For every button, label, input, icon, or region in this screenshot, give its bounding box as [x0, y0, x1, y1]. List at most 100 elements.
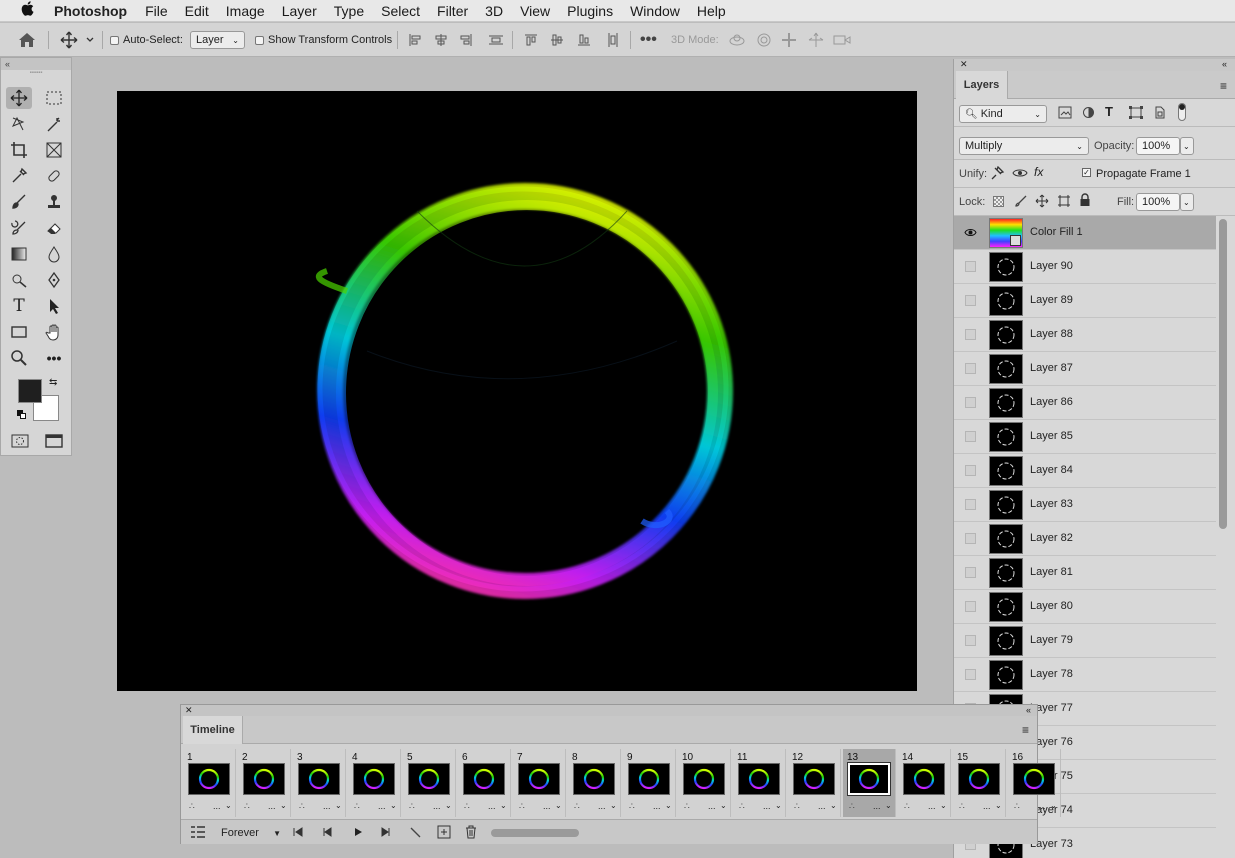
convert-timeline-icon[interactable]	[190, 825, 206, 842]
chevron-down-icon[interactable]: ⌄	[500, 801, 507, 810]
menu-layer[interactable]: Layer	[282, 3, 317, 19]
timeline-frame[interactable]: 9 ∴... ⌄	[623, 749, 676, 817]
frame-delay[interactable]: ...	[378, 801, 386, 811]
menu-3d[interactable]: 3D	[485, 3, 503, 19]
3d-orbit-icon[interactable]	[728, 23, 746, 57]
next-frame-icon[interactable]	[380, 826, 392, 841]
opacity-input[interactable]: 100%	[1136, 137, 1180, 155]
swap-colors-icon[interactable]: ⇆	[49, 377, 57, 388]
lock-position-icon[interactable]	[1035, 194, 1049, 211]
layer-row[interactable]: Layer 89	[954, 284, 1216, 318]
layer-row[interactable]: Color Fill 1	[954, 216, 1216, 250]
chevron-down-icon[interactable]: ⌄	[390, 801, 397, 810]
adjustment-filter-icon[interactable]	[1082, 106, 1095, 122]
frame-disposal-icon[interactable]: ∴	[299, 801, 305, 812]
menu-file[interactable]: File	[145, 3, 168, 19]
menu-window[interactable]: Window	[630, 3, 680, 19]
timeline-frame[interactable]: 2 ∴... ⌄	[238, 749, 291, 817]
distribute-icon[interactable]	[488, 23, 504, 57]
frame-disposal-icon[interactable]: ∴	[574, 801, 580, 812]
auto-select-dropdown[interactable]: Layer ⌄	[190, 31, 245, 49]
frame-disposal-icon[interactable]: ∴	[959, 801, 965, 812]
timeline-frame[interactable]: 14 ∴... ⌄	[898, 749, 951, 817]
layer-row[interactable]: Layer 84	[954, 454, 1216, 488]
chevron-down-icon[interactable]: ⌄	[775, 801, 782, 810]
loop-dropdown[interactable]: Forever ▼	[217, 824, 281, 842]
close-icon[interactable]: ✕	[185, 705, 193, 716]
chevron-down-icon[interactable]: ⌄	[1050, 801, 1057, 810]
layer-row[interactable]: Layer 80	[954, 590, 1216, 624]
chevron-down-icon[interactable]: ⌄	[830, 801, 837, 810]
type-filter-icon[interactable]: T	[1105, 104, 1113, 119]
chevron-down-icon[interactable]: ⌄	[225, 801, 232, 810]
visibility-toggle[interactable]	[965, 567, 976, 578]
align-right-icon[interactable]	[459, 23, 473, 57]
frame-delay[interactable]: ...	[653, 801, 661, 811]
hand-tool-icon[interactable]	[41, 321, 67, 343]
frame-disposal-icon[interactable]: ∴	[354, 801, 360, 812]
document-canvas[interactable]	[117, 91, 917, 691]
dodge-tool-icon[interactable]	[6, 269, 32, 291]
collapse-icon[interactable]: «	[1, 58, 71, 70]
menu-view[interactable]: View	[520, 3, 550, 19]
tab-layers[interactable]: Layers	[956, 71, 1008, 99]
play-icon[interactable]	[352, 826, 364, 841]
timeline-frame[interactable]: 5 ∴... ⌄	[403, 749, 456, 817]
first-frame-icon[interactable]	[292, 826, 304, 841]
chevron-down-icon[interactable]: ⌄	[940, 801, 947, 810]
frame-disposal-icon[interactable]: ∴	[409, 801, 415, 812]
lock-artboard-icon[interactable]	[1057, 194, 1071, 211]
timeline-scrollbar[interactable]	[491, 829, 579, 837]
crop-tool-icon[interactable]	[6, 139, 32, 161]
move-tool-icon[interactable]	[6, 87, 32, 109]
apple-icon[interactable]	[20, 1, 34, 20]
chevron-down-icon[interactable]: ⌄	[885, 801, 892, 810]
pixel-filter-icon[interactable]	[1058, 106, 1072, 122]
layer-row[interactable]: Layer 83	[954, 488, 1216, 522]
rectangle-tool-icon[interactable]	[6, 321, 32, 343]
visibility-toggle[interactable]	[965, 635, 976, 646]
healing-brush-icon[interactable]	[41, 165, 67, 187]
frame-disposal-icon[interactable]: ∴	[244, 801, 250, 812]
timeline-frame[interactable]: 4 ∴... ⌄	[348, 749, 401, 817]
visibility-toggle[interactable]	[965, 601, 976, 612]
visibility-toggle[interactable]	[965, 499, 976, 510]
visibility-toggle[interactable]	[965, 261, 976, 272]
timeline-frame[interactable]: 15 ∴... ⌄	[953, 749, 1006, 817]
show-transform-checkbox[interactable]: Show Transform Controls	[255, 23, 392, 57]
frame-delay[interactable]: ...	[488, 801, 496, 811]
eyedropper-icon[interactable]	[6, 165, 32, 187]
chevron-down-icon[interactable]: ⌄	[280, 801, 287, 810]
align-center-h-icon[interactable]	[434, 23, 448, 57]
tab-timeline[interactable]: Timeline	[183, 716, 243, 744]
visibility-toggle[interactable]	[965, 465, 976, 476]
menu-filter[interactable]: Filter	[437, 3, 468, 19]
chevron-down-icon[interactable]: ⌄	[555, 801, 562, 810]
timeline-frame[interactable]: 3 ∴... ⌄	[293, 749, 346, 817]
layer-row[interactable]: Layer 87	[954, 352, 1216, 386]
timeline-frame[interactable]: 16 ∴... ⌄	[1008, 749, 1061, 817]
magic-wand-icon[interactable]	[41, 113, 67, 135]
duplicate-frame-icon[interactable]	[437, 825, 451, 842]
layer-row[interactable]: Layer 79	[954, 624, 1216, 658]
history-brush-icon[interactable]	[6, 217, 32, 239]
chevron-down-icon[interactable]: ⌄	[610, 801, 617, 810]
timeline-frame[interactable]: 11 ∴... ⌄	[733, 749, 786, 817]
blend-mode-dropdown[interactable]: Multiply ⌄	[959, 137, 1089, 155]
chevron-down-icon[interactable]: ⌄	[335, 801, 342, 810]
frame-disposal-icon[interactable]: ∴	[464, 801, 470, 812]
frame-disposal-icon[interactable]: ∴	[629, 801, 635, 812]
shape-filter-icon[interactable]	[1129, 106, 1143, 122]
frame-delay[interactable]: ...	[1038, 801, 1046, 811]
frame-delay[interactable]: ...	[543, 801, 551, 811]
filter-toggle[interactable]	[1178, 103, 1186, 121]
opacity-dropdown[interactable]: ⌄	[1180, 137, 1194, 155]
gradient-tool-icon[interactable]	[6, 243, 32, 265]
screen-mode-icon[interactable]	[41, 430, 67, 452]
visibility-toggle[interactable]	[965, 533, 976, 544]
stamp-tool-icon[interactable]	[41, 191, 67, 213]
align-middle-v-icon[interactable]	[550, 23, 564, 57]
frame-delay[interactable]: ...	[268, 801, 276, 811]
3d-slide-icon[interactable]	[807, 23, 825, 57]
fill-dropdown[interactable]: ⌄	[1180, 193, 1194, 211]
